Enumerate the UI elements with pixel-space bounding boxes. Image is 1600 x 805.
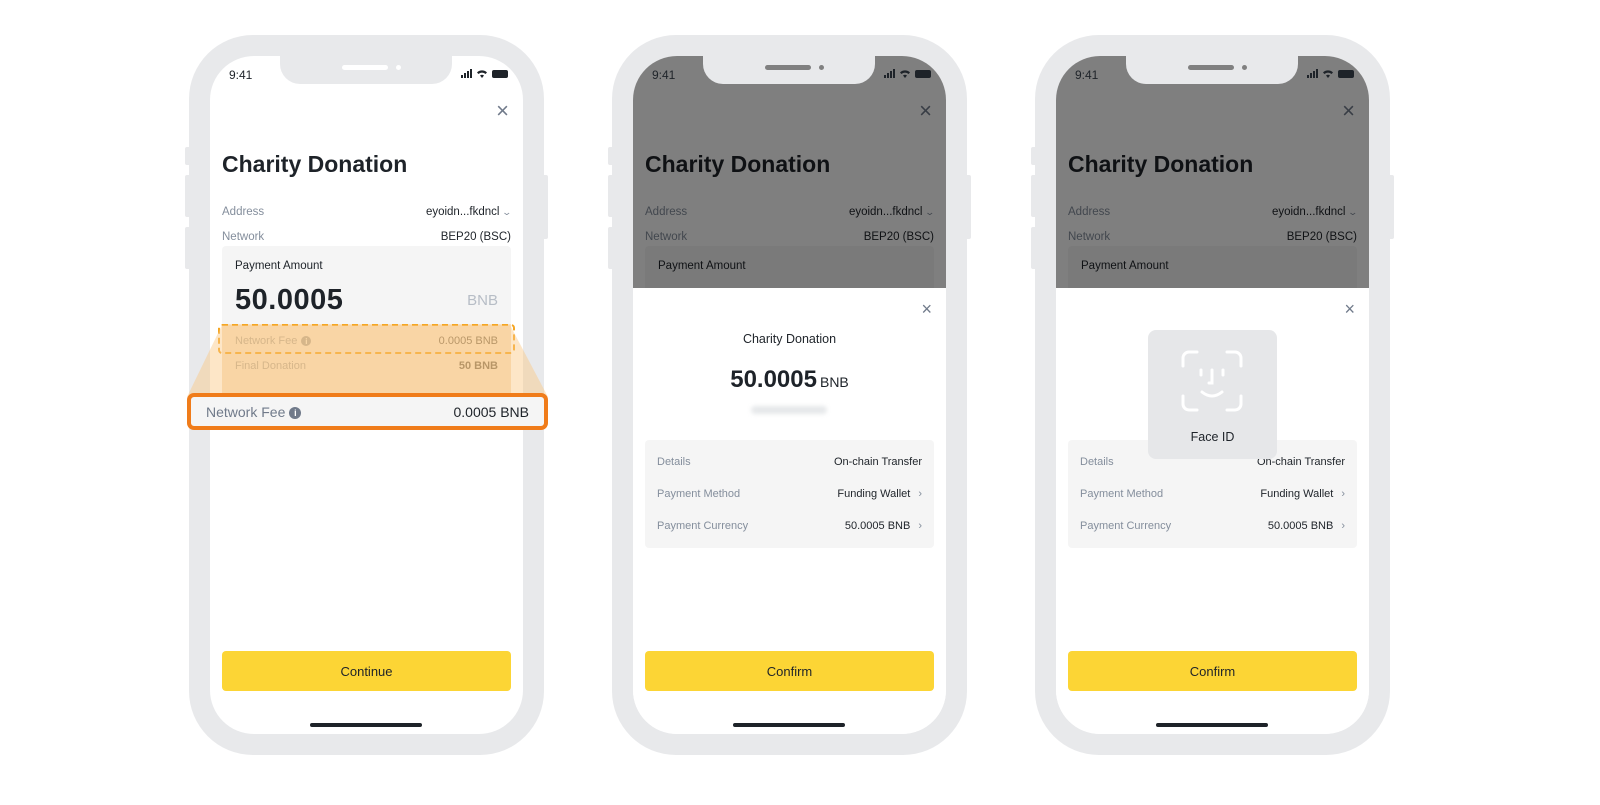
home-indicator (1156, 723, 1268, 727)
modal-overlay[interactable] (633, 56, 946, 288)
payment-amount: 50.0005 (235, 284, 344, 316)
sheet-amount: 50.0005 BNB (633, 366, 946, 394)
detail-label: Payment Method (657, 488, 741, 500)
signal-icon (461, 69, 472, 78)
network-fee-callout: Network Fee i 0.0005 BNB (187, 393, 548, 430)
home-indicator (733, 723, 845, 727)
side-button (608, 227, 614, 269)
page-title: Charity Donation (222, 151, 408, 177)
status-icons (884, 69, 931, 78)
wifi-icon (477, 70, 487, 78)
sheet-title: Charity Donation (742, 332, 837, 346)
detail-label: Details (657, 456, 691, 468)
detail-value: Funding Wallet (837, 488, 911, 500)
network-label: Network (222, 231, 265, 243)
detail-row: Details On-chain Transfer (657, 456, 922, 468)
side-button (608, 175, 614, 217)
home-indicator (310, 723, 422, 727)
sheet-amount-unit: BNB (819, 374, 849, 390)
payment-amount-label: Payment Amount (235, 260, 323, 272)
status-time: 9:41 (229, 68, 253, 82)
faceid-prompt: Face ID (1148, 330, 1277, 459)
side-button (542, 175, 548, 239)
phone-screen: 9:41 × Charity Donation Address eyoidn..… (1056, 56, 1369, 734)
battery-icon (1338, 69, 1354, 78)
notch (703, 56, 875, 84)
side-button (1388, 175, 1394, 239)
info-icon: i (289, 406, 302, 419)
side-button (1031, 227, 1037, 269)
signal-icon (1307, 69, 1318, 78)
status-icons (461, 69, 508, 78)
detail-value: Funding Wallet (1260, 488, 1334, 500)
signal-icon (884, 69, 895, 78)
blurred-value (751, 406, 827, 414)
wifi-icon (1323, 70, 1333, 78)
detail-value: 50.0005 BNB (1267, 520, 1334, 532)
wifi-icon (900, 70, 910, 78)
details-card: Details On-chain Transfer Payment Method… (645, 440, 934, 548)
payment-unit: BNB (467, 292, 498, 309)
chevron-right-icon[interactable]: › (918, 488, 922, 500)
side-button (608, 147, 614, 165)
side-button (185, 227, 191, 269)
battery-icon (915, 69, 931, 78)
close-icon[interactable]: × (1344, 300, 1355, 318)
address-row[interactable]: Address eyoidn...fkdncl ⌄ (222, 206, 513, 218)
confirm-button[interactable]: Confirm (645, 651, 934, 691)
highlight-dashed-box (218, 324, 515, 354)
chevron-right-icon[interactable]: › (1341, 520, 1345, 532)
network-value: BEP20 (BSC) (440, 231, 511, 243)
notch (280, 56, 452, 84)
detail-row[interactable]: Payment Currency 50.0005 BNB › (657, 520, 922, 532)
chevron-right-icon[interactable]: › (918, 520, 922, 532)
sheet-amount-number: 50.0005 (730, 366, 817, 393)
phone-frame-3: 9:41 × Charity Donation Address eyoidn..… (1031, 35, 1394, 755)
address-label: Address (222, 206, 265, 218)
detail-row[interactable]: Payment Method Funding Wallet › (1080, 488, 1345, 500)
detail-row[interactable]: Payment Currency 50.0005 BNB › (1080, 520, 1345, 532)
callout-label: Network Fee (206, 403, 286, 420)
detail-label: Details (1080, 456, 1114, 468)
detail-label: Payment Method (1080, 488, 1164, 500)
phone-screen: 9:41 × Charity Donation Address eyoidn..… (633, 56, 946, 734)
confirm-button[interactable]: Confirm (1068, 651, 1357, 691)
status-time: 9:41 (652, 68, 676, 82)
detail-value: 50.0005 BNB (844, 520, 911, 532)
close-icon[interactable]: × (496, 100, 509, 122)
status-icons (1307, 69, 1354, 78)
notch (1126, 56, 1298, 84)
modal-overlay[interactable] (1056, 56, 1369, 288)
faceid-label: Face ID (1190, 430, 1235, 444)
network-row: Network BEP20 (BSC) (222, 231, 511, 243)
side-button (1031, 147, 1037, 165)
chevron-right-icon[interactable]: › (1341, 488, 1345, 500)
continue-button[interactable]: Continue (222, 651, 511, 691)
detail-label: Payment Currency (1080, 520, 1172, 532)
side-button (185, 175, 191, 217)
status-time: 9:41 (1075, 68, 1099, 82)
side-button (1031, 175, 1037, 217)
side-button (185, 147, 191, 165)
callout-value: 0.0005 BNB (453, 403, 530, 420)
phone-frame-2: 9:41 × Charity Donation Address eyoidn..… (608, 35, 971, 755)
detail-value: On-chain Transfer (833, 456, 922, 468)
faceid-icon (1181, 350, 1243, 412)
close-icon[interactable]: × (921, 300, 932, 318)
battery-icon (492, 69, 508, 78)
chevron-down-icon[interactable]: ⌄ (502, 207, 513, 218)
side-button (965, 175, 971, 239)
address-value: eyoidn...fkdncl (425, 206, 500, 218)
detail-row[interactable]: Payment Method Funding Wallet › (657, 488, 922, 500)
detail-label: Payment Currency (657, 520, 749, 532)
